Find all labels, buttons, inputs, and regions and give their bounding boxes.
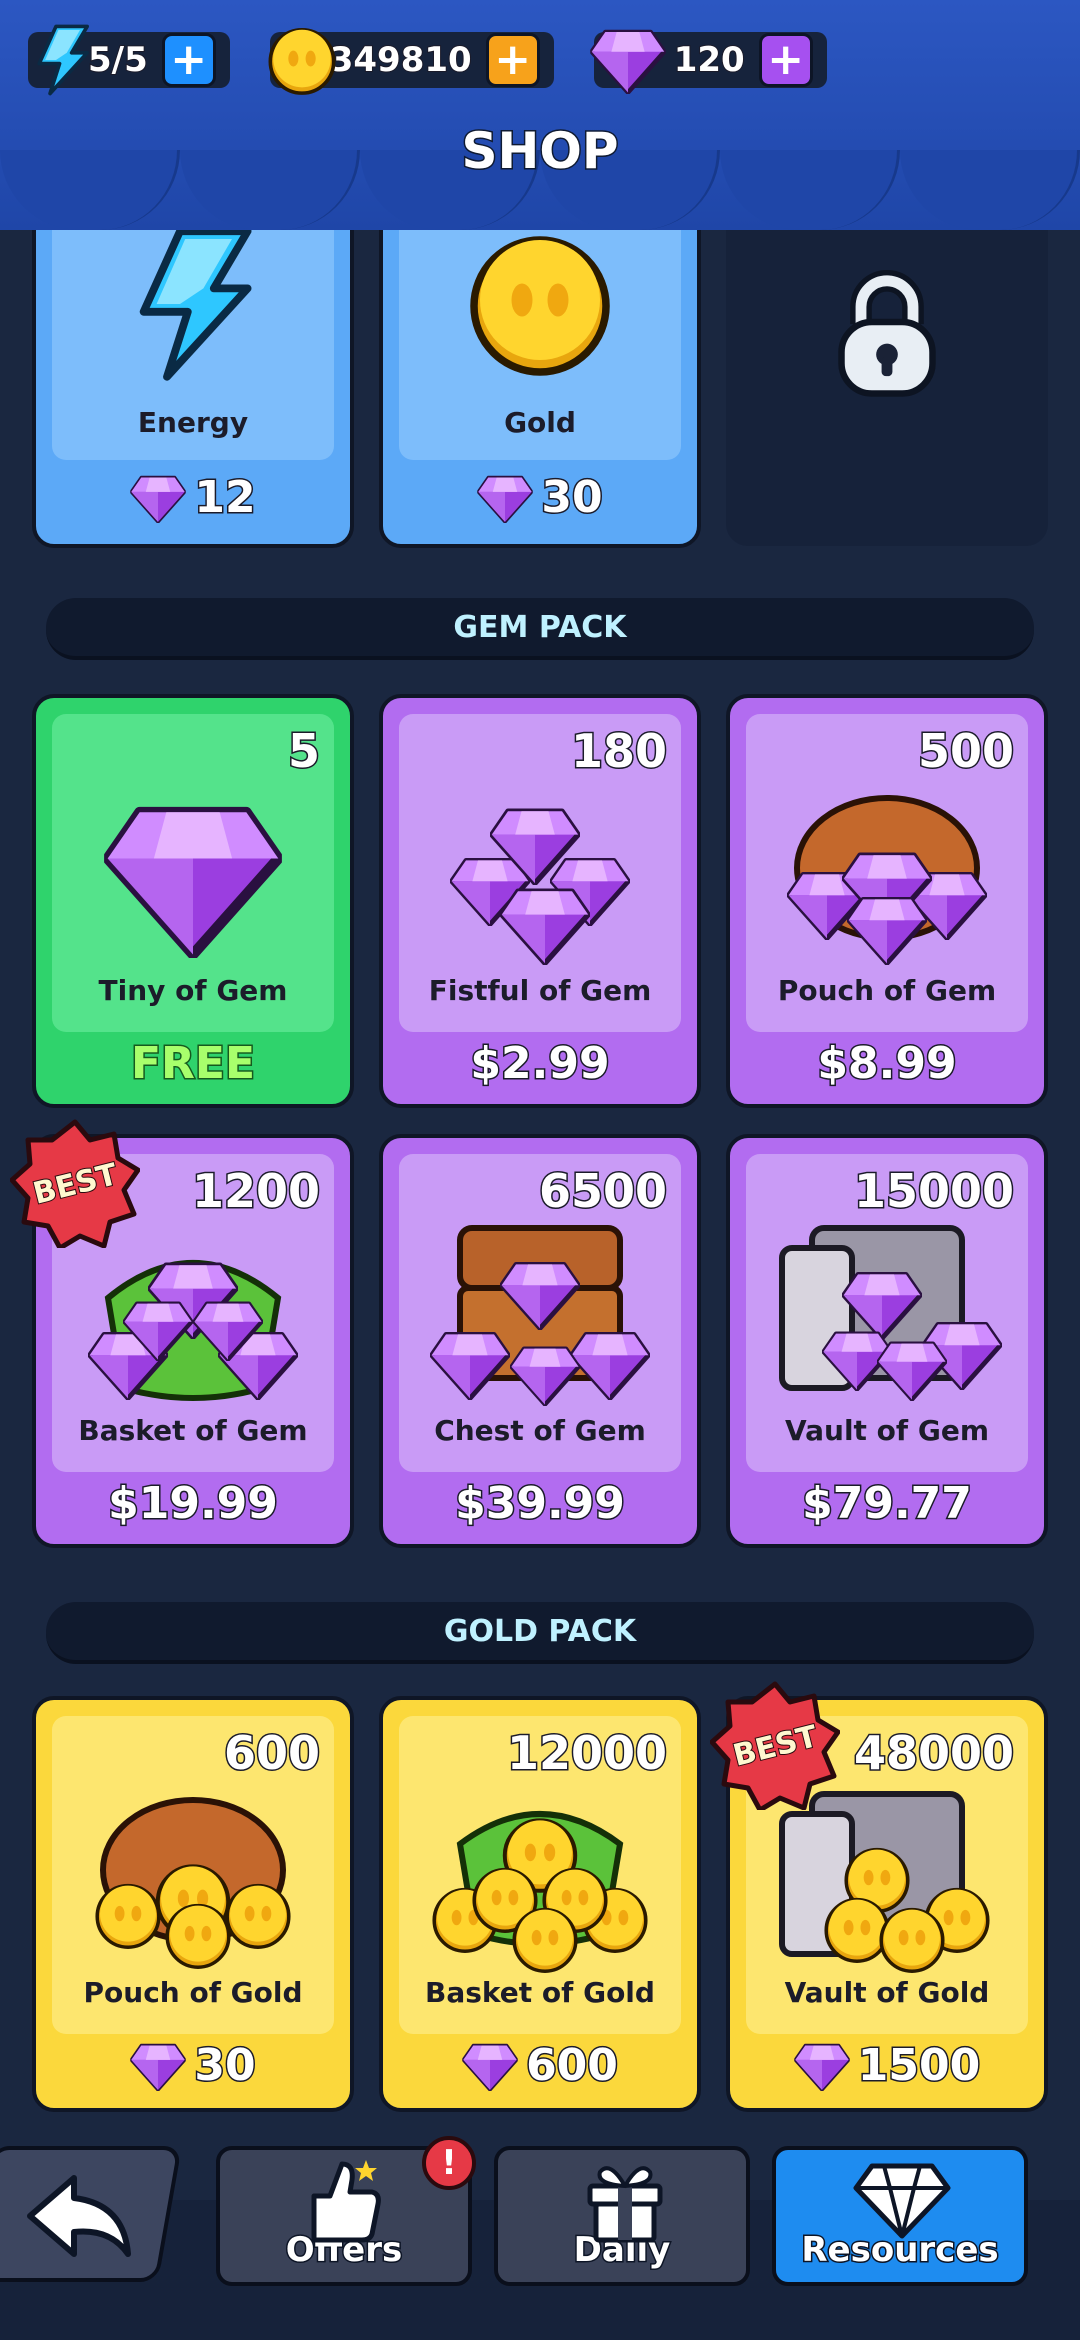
- item-price: 12: [36, 471, 350, 525]
- gold-counter: 349810 +: [270, 28, 554, 92]
- currency-bar: 5/5 + 349810 + 120 +: [28, 28, 827, 92]
- pack-label: Basket of Gem: [78, 1414, 308, 1447]
- pack-amount: 5: [286, 723, 321, 780]
- pack-price: $8.99: [816, 1037, 958, 1091]
- gem-chest-icon: [420, 1225, 660, 1418]
- pack-price: 1500: [730, 2039, 1044, 2093]
- offers-alert-badge: !: [422, 2136, 476, 2190]
- gem-value: 120: [673, 39, 746, 81]
- add-gold-button[interactable]: +: [485, 33, 540, 87]
- back-arrow-icon: [27, 2175, 131, 2257]
- tab-daily[interactable]: Daily: [494, 2146, 750, 2286]
- pack-amount: 500: [916, 723, 1015, 780]
- lock-icon: [838, 270, 936, 397]
- best-badge: BEST: [10, 1119, 140, 1248]
- pack-amount: 1200: [190, 1163, 321, 1220]
- gem-pack-pouch[interactable]: 500 Pouch of Gem $8.99: [726, 694, 1048, 1108]
- pack-label: Vault of Gold: [784, 1976, 990, 2009]
- gold-pack-pouch[interactable]: 600 Pouch of Gold 30: [32, 1696, 354, 2112]
- energy-icon: [32, 24, 92, 96]
- gem-pack-chest[interactable]: 6500 Chest of Gem $39.99: [379, 1134, 701, 1548]
- item-price: 30: [383, 471, 697, 525]
- energy-value: 5/5: [87, 39, 149, 81]
- gem-icon: [130, 2041, 186, 2091]
- pack-label: Pouch of Gold: [83, 1976, 303, 2009]
- locked-slot: [726, 200, 1048, 546]
- gem-pack-vault[interactable]: 15000 Vault of Gem $79.77: [726, 1134, 1048, 1548]
- pack-label: Chest of Gem: [434, 1414, 646, 1447]
- gem-icon: [590, 26, 666, 94]
- gem-icon: [794, 2041, 850, 2091]
- pack-amount: 600: [222, 1725, 321, 1782]
- gem-icon: [130, 473, 186, 523]
- pack-label: Fistful of Gem: [428, 974, 652, 1007]
- add-gems-button[interactable]: +: [758, 33, 813, 87]
- pack-price: $2.99: [469, 1037, 611, 1091]
- pack-label: Pouch of Gem: [777, 974, 997, 1007]
- gem-counter: 120 +: [594, 28, 827, 92]
- gem-icon: [103, 798, 283, 958]
- gem-icon: [477, 473, 533, 523]
- pack-label: Tiny of Gem: [98, 974, 288, 1007]
- gold-pouch-icon: [95, 1797, 291, 1969]
- gem-basket-icon: [78, 1260, 308, 1401]
- pack-price: 600: [383, 2039, 697, 2093]
- coin-icon: [266, 24, 338, 96]
- pack-price: 30: [36, 2039, 350, 2093]
- gem-icon: [462, 2041, 518, 2091]
- gem-pile-icon: [430, 784, 650, 974]
- add-energy-button[interactable]: +: [161, 33, 216, 87]
- pack-label: Basket of Gold: [425, 1976, 655, 2009]
- gem-pack-fistful[interactable]: 180 Fistful of Gem $2.99: [379, 694, 701, 1108]
- gem-pack-tiny[interactable]: 5 Tiny of Gem FREE: [32, 694, 354, 1108]
- item-label: Energy: [137, 406, 249, 439]
- pack-price: $79.77: [801, 1477, 974, 1531]
- pack-amount: 180: [569, 723, 668, 780]
- thumbs-up-icon: [311, 2160, 381, 2243]
- energy-icon: [128, 224, 258, 384]
- diamond-icon: [853, 2163, 951, 2239]
- best-badge: BEST: [710, 1681, 840, 1810]
- pack-price: $19.99: [107, 1477, 280, 1531]
- item-label: Gold: [504, 406, 576, 439]
- pack-amount: 48000: [852, 1725, 1015, 1782]
- gift-icon: [587, 2166, 663, 2243]
- pack-label: Vault of Gem: [784, 1414, 989, 1447]
- gold-value: 349810: [329, 39, 473, 81]
- pack-amount: 12000: [505, 1725, 668, 1782]
- tab-resources[interactable]: Resources: [772, 2146, 1028, 2286]
- pack-price: $39.99: [454, 1477, 627, 1531]
- gem-vault-icon: [779, 1225, 1012, 1418]
- gem-pouch-icon: [767, 795, 1007, 978]
- gold-pack-header: GOLD PACK: [46, 1602, 1034, 1664]
- coin-icon: [465, 228, 615, 378]
- energy-counter: 5/5 +: [28, 28, 230, 92]
- gold-pack-basket[interactable]: 12000 Basket of Gold 600: [379, 1696, 701, 2112]
- gem-pack-header: GEM PACK: [46, 598, 1034, 660]
- pack-price: FREE: [129, 1037, 256, 1091]
- gold-basket-icon: [432, 1811, 648, 1973]
- page-title: SHOP: [460, 121, 620, 182]
